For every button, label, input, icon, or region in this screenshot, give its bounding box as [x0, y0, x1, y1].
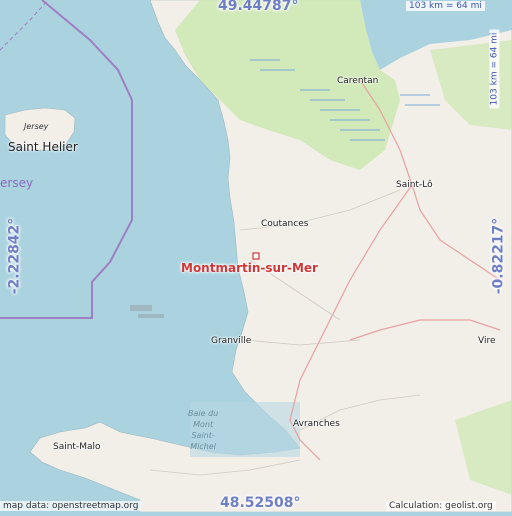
town-vire: Vire: [478, 336, 496, 346]
coord-left: -2.22842°: [6, 217, 23, 295]
location-marker[interactable]: [252, 252, 260, 260]
bay-line-1: Baie du: [188, 409, 219, 418]
attribution-osm[interactable]: map data: openstreetmap.org: [0, 501, 142, 511]
town-avranches: Avranches: [293, 419, 340, 429]
bay-line-2: Mont: [193, 420, 214, 429]
town-coutances: Coutances: [261, 219, 309, 229]
place-name-label: Montmartin-sur-Mer: [181, 261, 318, 275]
bay-line-4: Michel: [190, 442, 216, 451]
town-granville: Granville: [211, 336, 252, 346]
label-jersey-small: Jersey: [24, 122, 49, 131]
town-saint-malo: Saint-Malo: [53, 442, 101, 452]
attribution-geolist[interactable]: Calculation: geolist.org: [386, 501, 496, 511]
bay-line-3: Saint-: [191, 431, 215, 440]
coord-bottom: 48.52508°: [220, 495, 301, 511]
town-saint-lo: Saint-Lô: [396, 180, 433, 190]
coord-right: -0.82217°: [490, 217, 507, 295]
map-view[interactable]: Carentan Saint-Lô Coutances Granville Vi…: [0, 0, 512, 513]
label-jersey-large: ersey: [0, 176, 34, 190]
scale-right: 103 km = 64 mi: [489, 29, 500, 109]
town-saint-helier: Saint Helier: [8, 140, 78, 154]
map-canvas: [0, 0, 512, 513]
scale-top: 103 km = 64 mi: [406, 1, 485, 11]
town-carentan: Carentan: [337, 76, 379, 86]
coord-top: 49.44787°: [218, 0, 299, 14]
label-baie-mont-saint-michel: Baie du Mont Saint- Michel: [188, 408, 218, 452]
